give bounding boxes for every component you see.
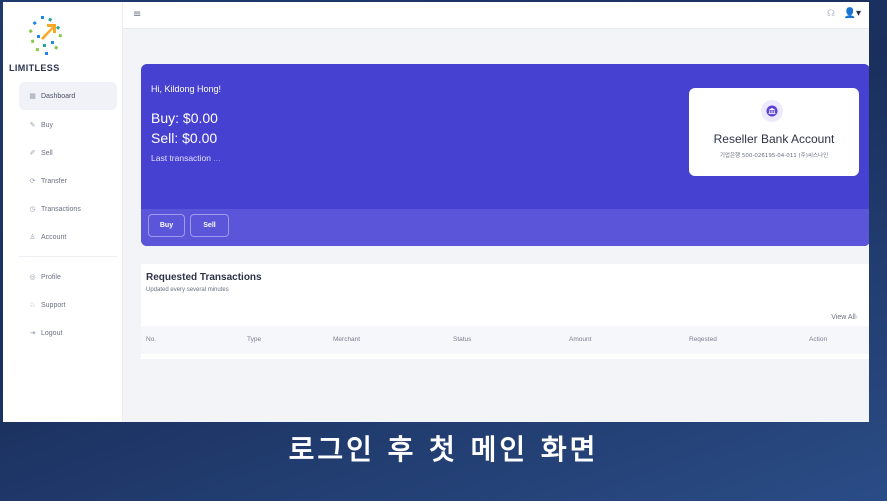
sidebar-item-label: Account xyxy=(41,233,67,241)
dashboard-icon: ▦ xyxy=(29,93,36,100)
brand-name: LIMITLESS xyxy=(9,63,60,73)
chevron-right-icon: › xyxy=(855,314,858,321)
buy-total: Buy: $0.00 xyxy=(151,110,218,126)
history-icon: ◷ xyxy=(29,206,36,213)
sidebar-item-label: Support xyxy=(41,301,66,309)
transfer-icon: ⟳ xyxy=(29,178,36,185)
last-transaction-label: Last transaction xyxy=(151,153,212,163)
bank-account-number: 기업은행 500-026195-04-011 (주)씨스나인 xyxy=(719,153,829,159)
reseller-bank-card: Reseller Bank Account 기업은행 500-026195-04… xyxy=(689,88,859,176)
last-transaction: Last transaction ... xyxy=(151,153,220,163)
view-all-link[interactable]: View All› xyxy=(831,314,858,321)
sidebar: LIMITLESS ▦ Dashboard ✎ Buy ✐ Sell ⟳ Tra… xyxy=(3,2,123,422)
greeting-text: Hi, Kildong Hong! xyxy=(151,84,222,94)
table-header: No. Type Merchant Status Amount Reqested… xyxy=(141,326,869,354)
slide-caption: 로그인 후 첫 메인 화면 xyxy=(288,433,599,466)
hero-action-bar xyxy=(141,209,869,246)
column-header: Merchant xyxy=(333,336,361,343)
support-icon: ♘ xyxy=(29,302,36,309)
app-window: LIMITLESS ▦ Dashboard ✎ Buy ✐ Sell ⟳ Tra… xyxy=(3,2,869,422)
sidebar-item-transactions[interactable]: ◷ Transactions xyxy=(19,195,117,223)
bank-icon xyxy=(761,100,783,122)
notification-icon[interactable]: ☊ xyxy=(827,9,835,19)
profile-icon: ◎ xyxy=(29,274,36,281)
section-title: Requested Transactions xyxy=(146,272,262,283)
topbar: ≡ ☊ 👤▾ xyxy=(123,2,869,29)
sidebar-item-label: Buy xyxy=(41,121,54,129)
column-header: Amount xyxy=(569,336,592,343)
sell-icon: ✐ xyxy=(29,150,36,157)
sidebar-item-label: Sell xyxy=(41,149,53,157)
sidebar-item-transfer[interactable]: ⟳ Transfer xyxy=(19,167,117,195)
column-header: Reqested xyxy=(689,336,717,343)
sidebar-item-buy[interactable]: ✎ Buy xyxy=(19,111,117,139)
sidebar-item-sell[interactable]: ✐ Sell xyxy=(19,139,117,167)
section-subtitle: Updated every several minutes xyxy=(146,287,229,293)
last-transaction-value: ... xyxy=(213,153,221,163)
sidebar-nav: ▦ Dashboard ✎ Buy ✐ Sell ⟳ Transfer ◷ Tr… xyxy=(19,82,117,347)
sidebar-item-label: Transactions xyxy=(41,205,81,213)
limitless-logo-icon xyxy=(28,16,63,55)
sidebar-item-account[interactable]: ♙ Account xyxy=(19,223,117,251)
hamburger-menu-icon[interactable]: ≡ xyxy=(133,9,141,20)
sell-button[interactable]: Sell xyxy=(190,214,229,237)
account-icon: ♙ xyxy=(29,234,36,241)
user-menu-icon[interactable]: 👤▾ xyxy=(844,8,861,19)
sidebar-item-support[interactable]: ♘ Support xyxy=(19,291,117,319)
sidebar-item-label: Dashboard xyxy=(41,92,76,100)
sidebar-item-logout[interactable]: ⇥ Logout xyxy=(19,319,117,347)
buy-button[interactable]: Buy xyxy=(148,214,185,237)
column-header: Status xyxy=(453,336,472,343)
sidebar-item-profile[interactable]: ◎ Profile xyxy=(19,263,117,291)
view-all-label: View All xyxy=(831,314,856,321)
sidebar-item-dashboard[interactable]: ▦ Dashboard xyxy=(19,82,117,110)
column-header: No. xyxy=(146,336,157,343)
buy-icon: ✎ xyxy=(29,122,36,129)
sell-total: Sell: $0.00 xyxy=(151,130,218,146)
sidebar-item-label: Transfer xyxy=(41,177,67,185)
column-header: Type xyxy=(247,336,262,343)
logout-icon: ⇥ xyxy=(29,330,36,337)
requested-transactions-panel: Requested Transactions Updated every sev… xyxy=(141,264,869,359)
column-header: Action xyxy=(809,336,828,343)
sidebar-item-label: Logout xyxy=(41,329,63,337)
bank-card-title: Reseller Bank Account xyxy=(713,132,835,146)
balance-hero-card: Hi, Kildong Hong! Buy: $0.00 Sell: $0.00… xyxy=(141,64,869,246)
sidebar-item-label: Profile xyxy=(41,273,61,281)
sidebar-divider xyxy=(19,256,117,257)
